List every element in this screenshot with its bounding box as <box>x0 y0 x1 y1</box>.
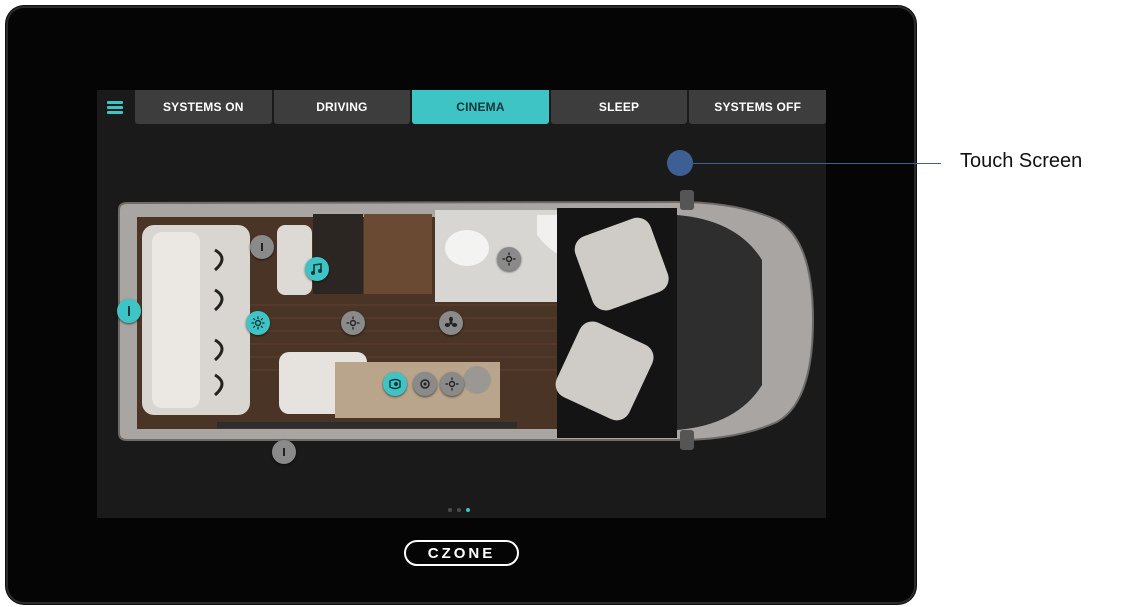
dial-marker-kitchen[interactable] <box>413 372 437 396</box>
info-marker-bed[interactable] <box>250 235 274 259</box>
page-indicator <box>448 508 470 512</box>
touch-screen-display: SYSTEMS ON DRIVING CINEMA SLEEP SYSTEMS … <box>97 90 826 518</box>
page-dot-2[interactable] <box>457 508 461 512</box>
light-marker-floor[interactable] <box>341 311 365 335</box>
fan-marker-floor[interactable] <box>439 311 463 335</box>
callout-label: Touch Screen <box>960 150 1083 172</box>
page-dot-3[interactable] <box>466 508 470 512</box>
info-marker-side[interactable] <box>272 440 296 464</box>
czone-logo: CZONE <box>404 540 519 566</box>
callout-line <box>693 163 941 164</box>
callout-dot <box>667 150 693 176</box>
music-marker[interactable] <box>305 257 329 281</box>
light-marker-bathroom[interactable] <box>497 247 521 271</box>
light-marker-kitchen[interactable] <box>440 372 464 396</box>
light-marker-rear[interactable] <box>246 311 270 335</box>
logo-text: CZONE <box>427 544 496 562</box>
info-marker-rear[interactable] <box>117 299 141 323</box>
van-floor-plan <box>118 190 815 450</box>
page-dot-1[interactable] <box>448 508 452 512</box>
heater-marker-kitchen[interactable] <box>383 372 407 396</box>
